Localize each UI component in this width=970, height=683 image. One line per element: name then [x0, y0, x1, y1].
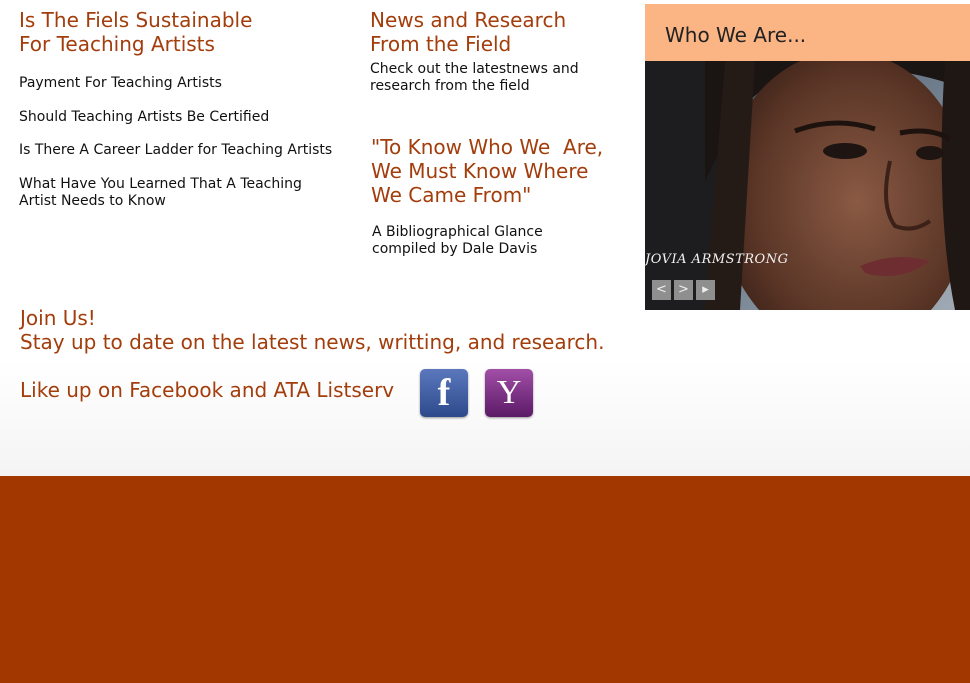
who-we-are-panel: Who We Are... JOVIA ARMSTRONG < > ▸ [645, 4, 970, 310]
link-learned-line2: Artist Needs to Know [19, 193, 166, 209]
slideshow-photo[interactable]: JOVIA ARMSTRONG < > ▸ [645, 61, 970, 310]
yahoo-icon[interactable]: Y [485, 369, 533, 417]
panel-header: Who We Are... [645, 4, 970, 61]
sustainable-heading: Is The Fiels Sustainable For Teaching Ar… [19, 8, 252, 56]
join-title: Join Us! [20, 306, 96, 330]
link-learned[interactable]: What Have You Learned That A Teaching Ar… [19, 176, 302, 210]
news-intro-line2: research from the field [370, 78, 530, 94]
next-slide-button[interactable]: > [674, 280, 693, 300]
news-heading-line1: News and Research [370, 8, 567, 32]
bibliography-line1: A Bibliographical Glance [372, 224, 543, 240]
footer [0, 476, 970, 683]
link-learned-line1: What Have You Learned That A Teaching [19, 176, 302, 192]
bibliography-line2: compiled by Dale Davis [372, 241, 538, 257]
news-intro-line1: Check out the latestnews and [370, 61, 579, 77]
join-subtitle: Stay up to date on the latest news, writ… [20, 330, 605, 354]
portrait-image [645, 61, 970, 310]
photo-caption: JOVIA ARMSTRONG [645, 252, 789, 267]
panel-title: Who We Are... [665, 23, 807, 47]
prev-slide-button[interactable]: < [652, 280, 671, 300]
link-career-ladder[interactable]: Is There A Career Ladder for Teaching Ar… [19, 142, 332, 159]
news-heading-line2: From the Field [370, 32, 512, 56]
sustainable-heading-line2: For Teaching Artists [19, 32, 215, 56]
quote-heading[interactable]: "To Know Who We Are, We Must Know Where … [371, 135, 603, 207]
like-text: Like up on Facebook and ATA Listserv [20, 378, 395, 402]
news-heading[interactable]: News and Research From the Field [370, 8, 566, 56]
bibliography-text: A Bibliographical Glance compiled by Dal… [372, 224, 543, 258]
quote-line1: "To Know Who We Are, [371, 135, 604, 159]
news-intro: Check out the latestnews and research fr… [370, 61, 579, 95]
facebook-icon[interactable]: f [420, 369, 468, 417]
quote-line2: We Must Know Where [371, 159, 589, 183]
sustainable-heading-line1: Is The Fiels Sustainable [19, 8, 253, 32]
quote-line3: We Came From" [371, 183, 532, 207]
link-certified[interactable]: Should Teaching Artists Be Certified [19, 109, 269, 126]
link-payment[interactable]: Payment For Teaching Artists [19, 75, 222, 92]
play-slideshow-button[interactable]: ▸ [696, 280, 715, 300]
yahoo-glyph: Y [496, 374, 522, 411]
facebook-glyph: f [437, 372, 451, 414]
